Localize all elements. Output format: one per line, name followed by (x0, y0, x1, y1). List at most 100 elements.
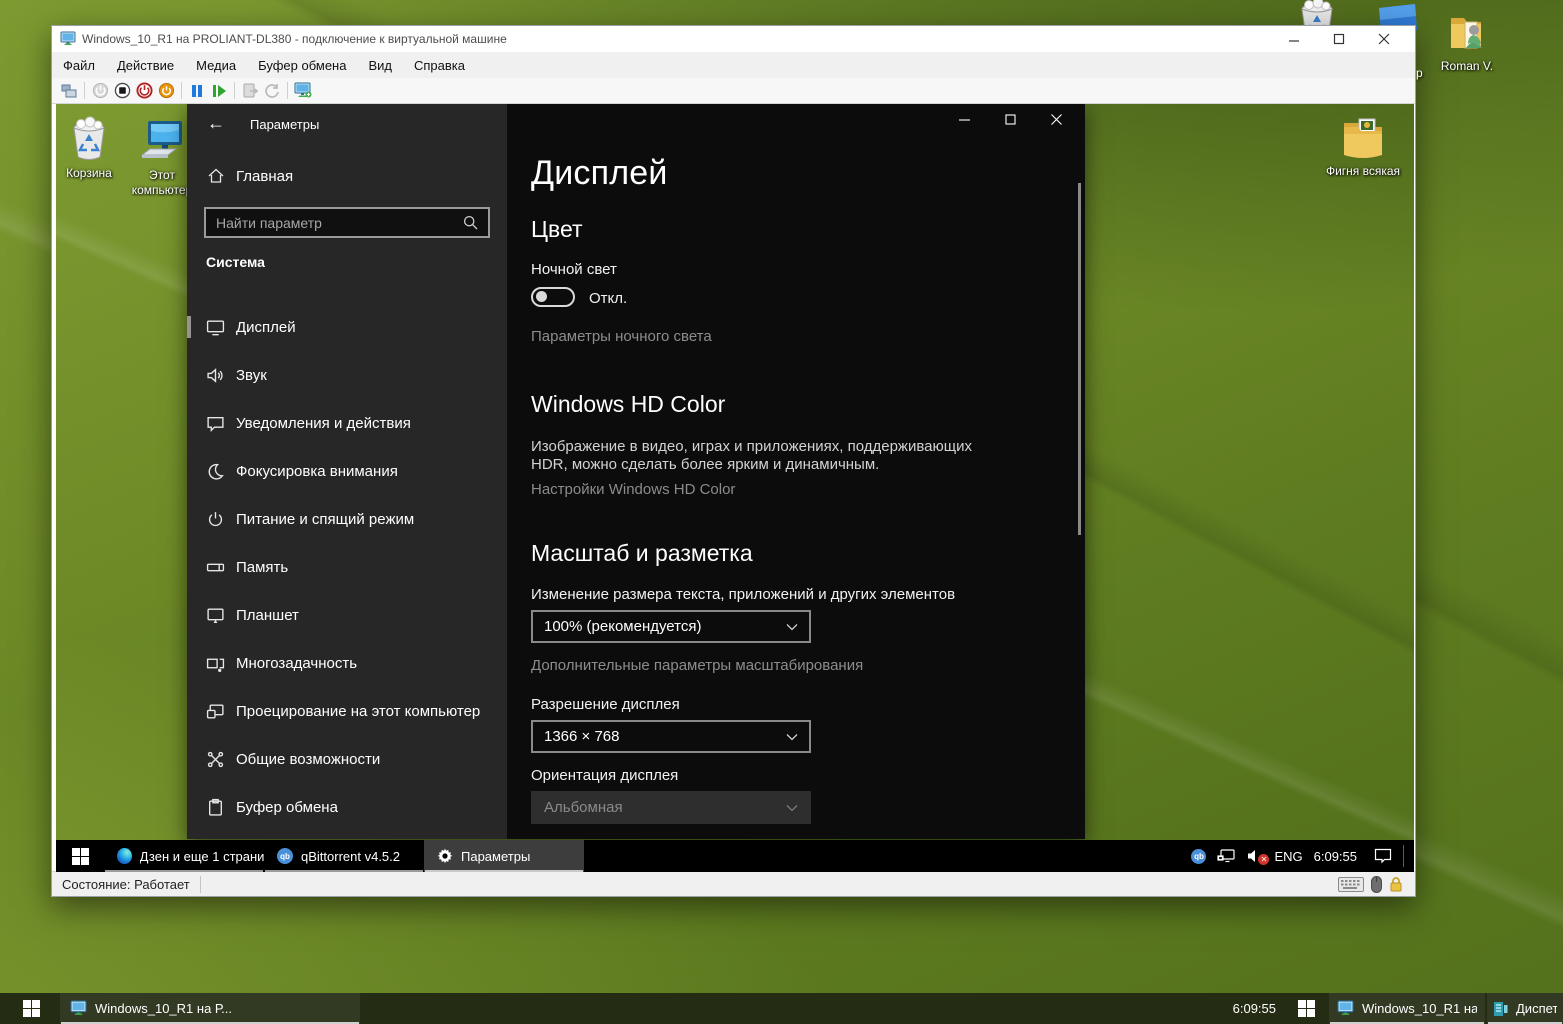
windows-logo-icon (72, 848, 89, 865)
menu-view[interactable]: Вид (357, 54, 403, 77)
action-center-icon[interactable] (1374, 848, 1392, 864)
keyboard-icon (1338, 877, 1364, 892)
menu-media[interactable]: Медиа (185, 54, 247, 77)
revert-button[interactable] (261, 80, 283, 102)
taskbar-underline (425, 870, 583, 872)
vm-monitor-icon (70, 1000, 87, 1017)
page-title: Дисплей (531, 154, 668, 193)
resolution-label: Разрешение дисплея (531, 696, 680, 713)
save-vm-button[interactable] (155, 80, 177, 102)
vm-recycle-bin[interactable]: Корзина (56, 115, 128, 181)
sidebar-item-projecting[interactable]: Проецирование на этот компьютер (187, 687, 507, 735)
sidebar-item-multitasking[interactable]: Многозадачность (187, 639, 507, 687)
checkpoint-button[interactable] (239, 80, 261, 102)
language-indicator[interactable]: ENG (1274, 849, 1302, 864)
vm-stuff-folder[interactable]: Фигня всякая (1324, 113, 1402, 179)
taskbar-item-settings[interactable]: Параметры (424, 840, 584, 872)
pause-button[interactable] (186, 80, 208, 102)
sidebar-item-display[interactable]: Дисплей (187, 303, 507, 351)
nav-label: Общие возможности (236, 751, 380, 768)
settings-close-button[interactable] (1033, 104, 1079, 134)
user-folder-icon (1443, 8, 1491, 56)
nav-label: Память (236, 559, 288, 576)
edge-icon (117, 848, 132, 864)
close-button[interactable] (1361, 26, 1406, 51)
search-icon[interactable] (463, 215, 488, 230)
host-taskbar-vm-button-2[interactable]: Windows_10_R1 на Р... (1329, 993, 1485, 1024)
settings-sidebar: ← Параметры Главная (187, 104, 507, 839)
vm-clock[interactable]: 6:09:55 (1314, 849, 1357, 864)
resolution-dropdown[interactable]: 1366 × 768 (531, 720, 811, 753)
start-vm-button[interactable] (89, 80, 111, 102)
multitasking-icon (205, 653, 225, 673)
ctrl-alt-del-button[interactable] (58, 80, 80, 102)
taskbar-item-qbittorrent[interactable]: qb qBittorrent v4.5.2 (264, 840, 424, 872)
vmconnect-titlebar[interactable]: Windows_10_R1 на PROLIANT-DL380 - подклю… (52, 26, 1415, 52)
taskbar-item-edge[interactable]: Дзен и еще 1 страни... (104, 840, 264, 872)
focus-assist-icon (205, 461, 225, 481)
sidebar-item-home[interactable]: Главная (207, 167, 293, 185)
vm-monitor-icon (1337, 1000, 1354, 1017)
maximize-button[interactable] (1316, 26, 1361, 51)
taskbar-underline (265, 870, 423, 872)
settings-maximize-button[interactable] (987, 104, 1033, 134)
minimize-button[interactable] (1271, 26, 1316, 51)
settings-window: ← Параметры Главная (187, 104, 1085, 839)
resume-button[interactable] (208, 80, 230, 102)
orientation-value: Альбомная (544, 799, 623, 816)
host-desktop: p Roman V. Window (0, 0, 1563, 1024)
sidebar-section-heading: Система (206, 254, 265, 270)
vm-monitor-icon (60, 31, 76, 47)
night-light-toggle[interactable] (531, 287, 575, 307)
host-start-button-2[interactable] (1283, 993, 1329, 1024)
host-start-button[interactable] (8, 993, 54, 1024)
sidebar-item-shared-experiences[interactable]: Общие возможности (187, 735, 507, 783)
sidebar-item-storage[interactable]: Память (187, 543, 507, 591)
host-clock[interactable]: 6:09:55 (1192, 993, 1276, 1024)
status-divider (200, 876, 201, 893)
hdr-settings-link[interactable]: Настройки Windows HD Color (531, 481, 735, 498)
nav-label: Буфер обмена (236, 799, 338, 816)
menu-file[interactable]: Файл (52, 54, 106, 77)
volume-muted-icon[interactable]: ✕ (1247, 849, 1263, 863)
settings-minimize-button[interactable] (941, 104, 987, 134)
host-user-folder-icon[interactable]: Roman V. (1428, 8, 1506, 74)
menu-clipboard[interactable]: Буфер обмена (247, 54, 357, 77)
advanced-scaling-link[interactable]: Дополнительные параметры масштабирования (531, 657, 863, 674)
qbittorrent-tray-icon[interactable]: qb (1191, 849, 1206, 864)
host-taskbar-vm-button[interactable]: Windows_10_R1 на Р... (60, 993, 360, 1024)
tray-divider (1403, 845, 1404, 867)
host-vm-button-label: Windows_10_R1 на Р... (95, 1001, 232, 1016)
settings-scrollbar[interactable] (1078, 183, 1081, 535)
settings-search-box[interactable] (204, 207, 490, 238)
scale-dropdown[interactable]: 100% (рекомендуется) (531, 610, 811, 643)
qbittorrent-icon: qb (277, 848, 293, 864)
host-taskbar-manager-button[interactable]: Диспетчер (1487, 993, 1563, 1024)
menu-help[interactable]: Справка (403, 54, 476, 77)
back-arrow-icon[interactable]: ← (207, 113, 225, 134)
menu-action[interactable]: Действие (106, 54, 185, 77)
mouse-icon (1371, 876, 1382, 893)
window-title: Windows_10_R1 на PROLIANT-DL380 - подклю… (82, 32, 507, 46)
sidebar-item-sound[interactable]: Звук (187, 351, 507, 399)
sidebar-item-focus-assist[interactable]: Фокусировка внимания (187, 447, 507, 495)
orientation-label: Ориентация дисплея (531, 767, 678, 784)
this-pc-icon (138, 117, 186, 165)
sidebar-item-notifications[interactable]: Уведомления и действия (187, 399, 507, 447)
sidebar-item-clipboard[interactable]: Буфер обмена (187, 783, 507, 831)
shut-down-button[interactable] (133, 80, 155, 102)
sidebar-item-tablet[interactable]: Планшет (187, 591, 507, 639)
settings-search-input[interactable] (206, 215, 463, 231)
enhanced-session-button[interactable] (292, 80, 314, 102)
scale-heading: Масштаб и разметка (531, 540, 753, 567)
sidebar-item-power[interactable]: Питание и спящий режим (187, 495, 507, 543)
network-icon[interactable] (1217, 848, 1236, 864)
nav-label: Уведомления и действия (236, 415, 411, 432)
projecting-icon (205, 701, 225, 721)
turn-off-button[interactable] (111, 80, 133, 102)
nav-label: Планшет (236, 607, 299, 624)
night-light-settings-link[interactable]: Параметры ночного света (531, 328, 712, 345)
orientation-dropdown: Альбомная (531, 791, 811, 824)
vm-start-button[interactable] (56, 840, 104, 872)
hyperv-manager-icon (1493, 1001, 1508, 1017)
